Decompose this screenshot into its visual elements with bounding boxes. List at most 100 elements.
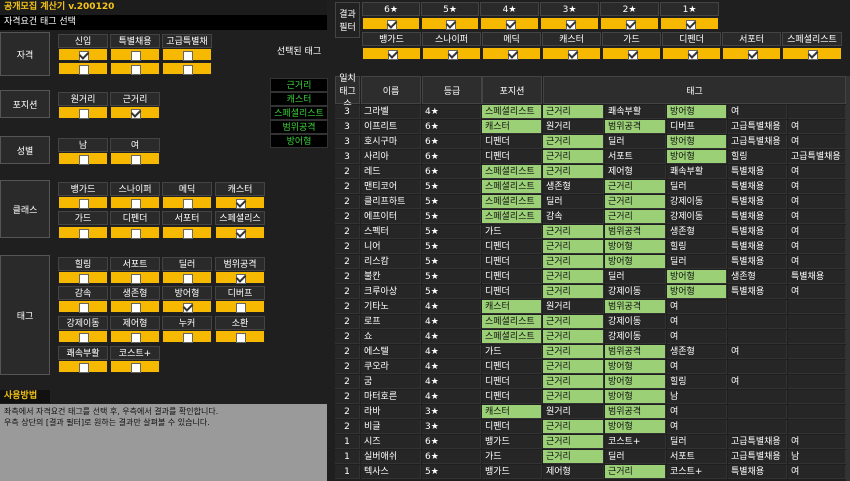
filter-class-checkbox[interactable] [662, 47, 721, 60]
tag-checkbox[interactable] [110, 330, 160, 343]
tag-checkbox[interactable] [110, 271, 160, 284]
tag-checkbox[interactable] [110, 106, 160, 119]
filter-class-label: 캐스터 [542, 32, 601, 46]
tag-checkbox[interactable] [110, 196, 160, 209]
result-tag-cell: 생존형 [543, 180, 604, 194]
filter-class-checkbox[interactable] [362, 47, 421, 60]
tag-checkbox[interactable] [58, 48, 108, 61]
result-cell-g: 4★ [422, 360, 481, 374]
tag-checkbox[interactable] [58, 300, 108, 313]
filter-star-checkbox[interactable] [362, 17, 420, 30]
filter-class-label: 스나이퍼 [422, 32, 481, 46]
tag-checkbox[interactable] [110, 360, 160, 373]
filter-class-checkbox[interactable] [482, 47, 541, 60]
tag-option-label: 캐스터 [215, 182, 265, 196]
results-scrollbar[interactable] [846, 76, 850, 481]
result-cell-name: 에프이터 [361, 210, 421, 224]
result-tag-cell: 원거리 [543, 300, 604, 314]
tag-option-label: 고급특별채용 [162, 34, 212, 61]
result-cell-g: 3★ [422, 420, 481, 434]
result-tag-cell: 범위공격 [605, 120, 666, 134]
result-tag-cell: 뱅가드 [482, 435, 542, 449]
tag-checkbox[interactable] [215, 226, 265, 239]
result-cell-n: 2 [335, 255, 360, 269]
result-tag-cell: 여 [788, 135, 846, 149]
result-cell-n: 1 [335, 435, 360, 449]
filter-class-checkbox[interactable] [422, 47, 481, 60]
result-tag-cell: 근거리 [605, 195, 666, 209]
filter-class-checkbox[interactable] [782, 47, 842, 60]
tag-checkbox[interactable] [58, 226, 108, 239]
tag-checkbox[interactable] [58, 330, 108, 343]
result-cell-n: 2 [335, 240, 360, 254]
result-tag-cell [788, 330, 846, 344]
result-tag-cell: 근거리 [543, 285, 604, 299]
result-cell-n: 3 [335, 105, 360, 119]
result-cell-g: 6★ [422, 450, 481, 464]
tag-option-label: 스나이퍼 [110, 182, 160, 196]
tag-option-label: 누커 [162, 316, 212, 330]
result-cell-name: 시즈 [361, 435, 421, 449]
filter-star-label: 3★ [540, 2, 599, 16]
category-label-1: 포지션 [0, 90, 50, 118]
tag-checkbox[interactable] [110, 62, 160, 75]
result-tag-cell: 딜러 [667, 255, 727, 269]
result-cell-name: 기타노 [361, 300, 421, 314]
filter-star-checkbox[interactable] [540, 17, 599, 30]
filter-star-checkbox[interactable] [480, 17, 539, 30]
tag-checkbox[interactable] [162, 196, 212, 209]
result-tag-cell: 여 [788, 210, 846, 224]
tag-checkbox[interactable] [110, 226, 160, 239]
result-cell-name: 레드 [361, 165, 421, 179]
tag-checkbox[interactable] [110, 152, 160, 165]
result-tag-cell: 고급특별채용 [728, 120, 787, 134]
tag-checkbox[interactable] [215, 330, 265, 343]
result-tag-cell: 특별채용 [728, 210, 787, 224]
tag-checkbox[interactable] [162, 48, 212, 61]
tag-checkbox[interactable] [58, 106, 108, 119]
filter-class-label: 뱅가드 [362, 32, 421, 46]
filter-class-checkbox[interactable] [602, 47, 661, 60]
result-tag-cell: 특별채용 [728, 465, 787, 479]
tag-checkbox[interactable] [215, 271, 265, 284]
result-tag-cell: 특별채용 [728, 285, 787, 299]
filter-star-checkbox[interactable] [421, 17, 479, 30]
result-cell-n: 2 [335, 210, 360, 224]
result-tag-cell: 스페셜리스트 [482, 180, 542, 194]
result-cell-name: 로프 [361, 315, 421, 329]
tag-checkbox[interactable] [162, 271, 212, 284]
result-tag-cell: 근거리 [543, 315, 604, 329]
tag-checkbox[interactable] [58, 152, 108, 165]
tag-checkbox[interactable] [162, 300, 212, 313]
filter-star-checkbox[interactable] [660, 17, 719, 30]
result-cell-name: 스펙터 [361, 225, 421, 239]
tag-checkbox[interactable] [110, 48, 160, 61]
tag-checkbox[interactable] [162, 226, 212, 239]
filter-star-checkbox[interactable] [600, 17, 659, 30]
tag-option-label: 쾌속부활 [58, 346, 108, 360]
tag-checkbox[interactable] [215, 196, 265, 209]
tag-checkbox[interactable] [215, 300, 265, 313]
result-tag-cell: 근거리 [543, 270, 604, 284]
tag-checkbox[interactable] [110, 300, 160, 313]
filter-class-checkbox[interactable] [722, 47, 781, 60]
result-cell-g: 4★ [422, 330, 481, 344]
result-tag-cell [728, 360, 787, 374]
usage-heading: 사용방법 [0, 390, 50, 403]
tag-checkbox[interactable] [58, 360, 108, 373]
result-cell-name: 니어 [361, 240, 421, 254]
result-tag-cell: 방어형 [605, 240, 666, 254]
result-tag-cell [788, 405, 846, 419]
tag-checkbox[interactable] [162, 62, 212, 75]
tag-checkbox[interactable] [58, 196, 108, 209]
tag-checkbox[interactable] [58, 62, 108, 75]
tag-checkbox[interactable] [58, 271, 108, 284]
result-tag-cell [728, 420, 787, 434]
result-cell-n: 2 [335, 300, 360, 314]
tag-checkbox[interactable] [162, 330, 212, 343]
result-cell-g: 5★ [422, 195, 481, 209]
filter-class-checkbox[interactable] [542, 47, 601, 60]
result-tag-cell: 디펜더 [482, 255, 542, 269]
result-tag-cell: 디버프 [667, 120, 727, 134]
filter-star-label: 6★ [362, 2, 420, 16]
